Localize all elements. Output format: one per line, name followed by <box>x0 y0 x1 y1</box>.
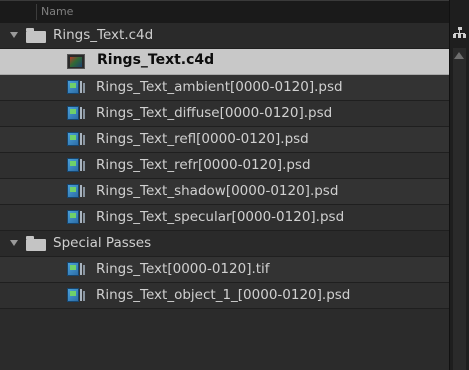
folder-label: Rings_Text.c4d <box>53 27 154 43</box>
file-label: Rings_Text_ambient[0000-0120].psd <box>96 79 343 95</box>
expand-triangle-icon[interactable] <box>10 240 18 246</box>
psd-sequence-icon <box>67 158 85 173</box>
file-row-shadow[interactable]: Rings_Text_shadow[0000-0120].psd <box>0 179 449 205</box>
file-row-refr[interactable]: Rings_Text_refr[0000-0120].psd <box>0 153 449 179</box>
file-tree: Rings_Text.c4d Rings_Text.c4d Rings_Text… <box>0 23 449 370</box>
file-row-specular[interactable]: Rings_Text_specular[0000-0120].psd <box>0 205 449 231</box>
file-row-object-1[interactable]: Rings_Text_object_1_[0000-0120].psd <box>0 283 449 309</box>
scrollbar-track[interactable] <box>453 48 466 370</box>
file-label: Rings_Text_refl[0000-0120].psd <box>96 131 309 147</box>
psd-sequence-icon <box>67 288 85 303</box>
image-sequence-icon <box>67 262 85 277</box>
file-label: Rings_Text_specular[0000-0120].psd <box>96 209 345 225</box>
name-column-label[interactable]: Name <box>41 5 73 18</box>
expand-triangle-icon[interactable] <box>10 32 18 38</box>
psd-sequence-icon <box>67 210 85 225</box>
column-divider[interactable] <box>36 4 37 20</box>
file-label: Rings_Text_refr[0000-0120].psd <box>96 157 311 173</box>
file-row-refl[interactable]: Rings_Text_refl[0000-0120].psd <box>0 127 449 153</box>
file-label: Rings_Text.c4d <box>97 52 215 68</box>
c4d-file-icon <box>67 54 85 69</box>
flowchart-icon[interactable] <box>453 27 467 41</box>
folder-label: Special Passes <box>53 235 152 251</box>
file-label: Rings_Text_shadow[0000-0120].psd <box>96 183 339 199</box>
scroll-up-arrow-icon[interactable] <box>454 52 464 59</box>
psd-sequence-icon <box>67 80 85 95</box>
file-label: Rings_Text_diffuse[0000-0120].psd <box>96 105 333 121</box>
file-row-ambient[interactable]: Rings_Text_ambient[0000-0120].psd <box>0 75 449 101</box>
file-row-diffuse[interactable]: Rings_Text_diffuse[0000-0120].psd <box>0 101 449 127</box>
project-panel: Name Rings_Text.c4d Rings_Text.c4d Rings… <box>0 0 469 370</box>
vertical-scrollbar[interactable] <box>449 0 469 370</box>
psd-sequence-icon <box>67 132 85 147</box>
file-row-c4d[interactable]: Rings_Text.c4d <box>0 49 449 75</box>
folder-row-rings-text-c4d[interactable]: Rings_Text.c4d <box>0 23 449 49</box>
column-header[interactable]: Name <box>0 0 449 24</box>
psd-sequence-icon <box>67 184 85 199</box>
file-label: Rings_Text[0000-0120].tif <box>96 261 270 277</box>
file-label: Rings_Text_object_1_[0000-0120].psd <box>96 287 351 303</box>
psd-sequence-icon <box>67 106 85 121</box>
file-row-tif[interactable]: Rings_Text[0000-0120].tif <box>0 257 449 283</box>
folder-icon <box>26 236 46 251</box>
folder-row-special-passes[interactable]: Special Passes <box>0 231 449 257</box>
folder-icon <box>26 28 46 43</box>
